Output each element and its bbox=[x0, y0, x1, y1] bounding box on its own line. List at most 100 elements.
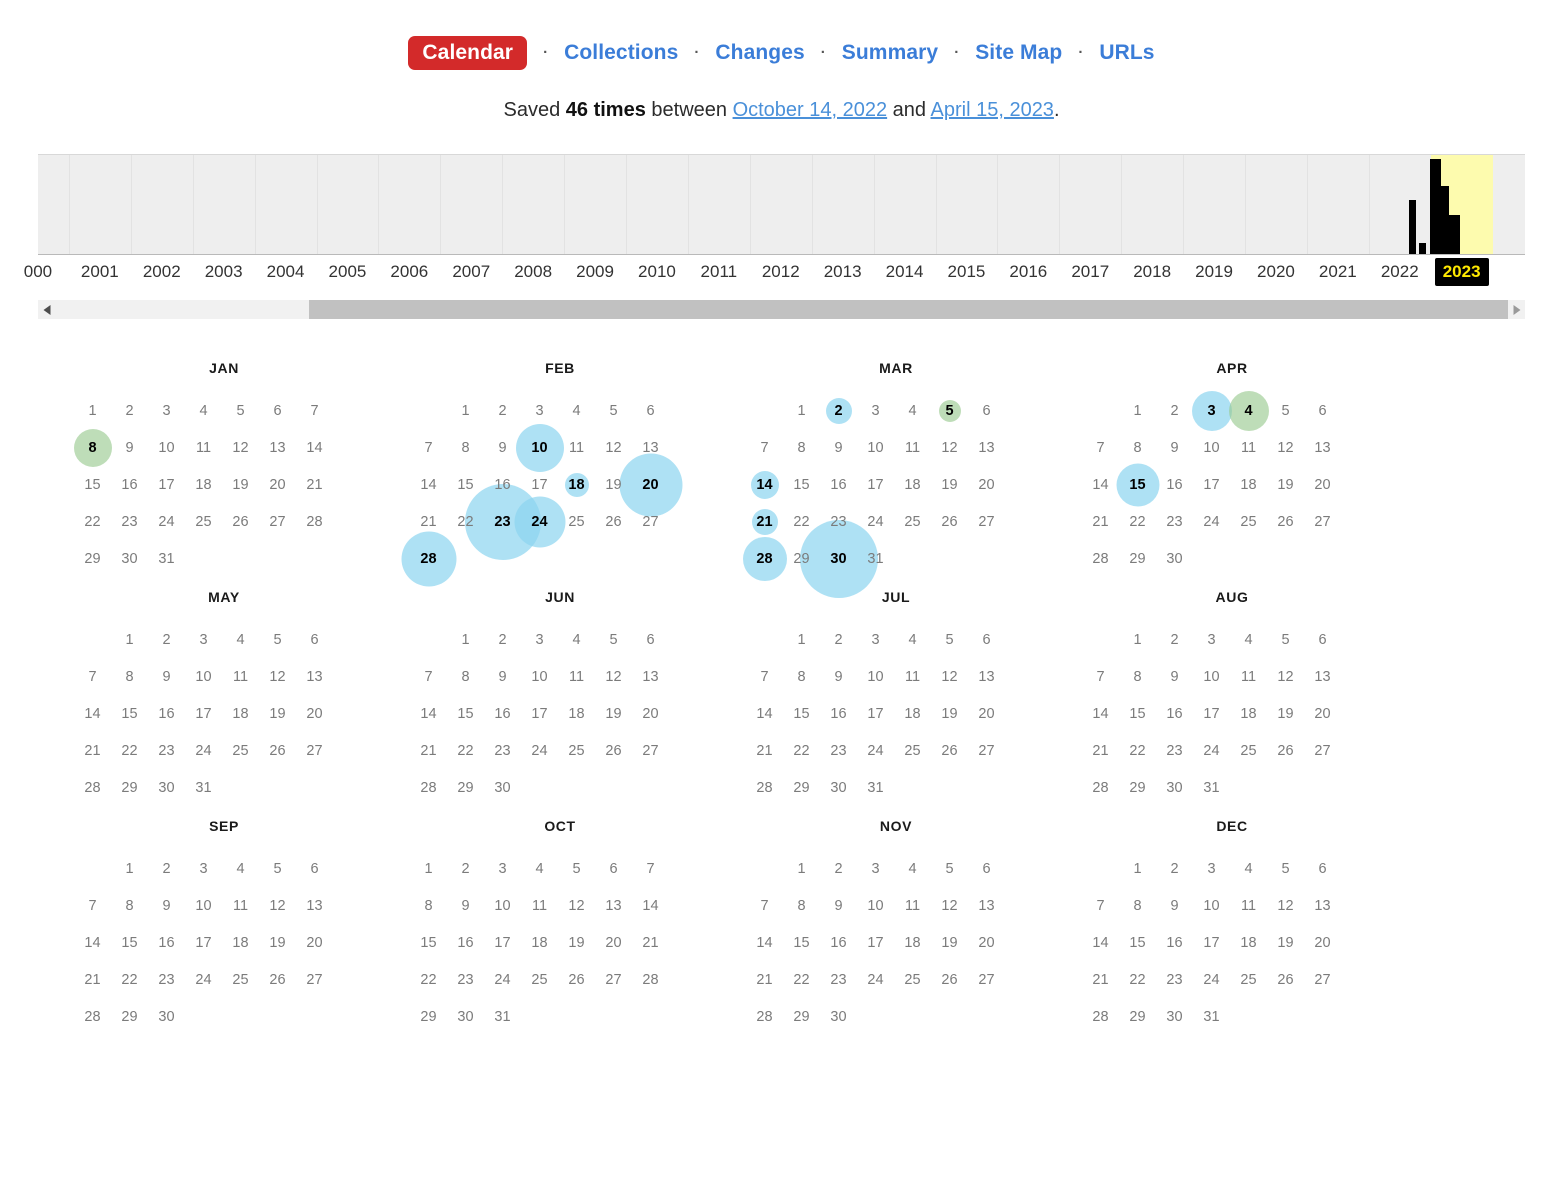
timeline-year-label-2020[interactable]: 2020 bbox=[1245, 258, 1307, 286]
timeline-year-column-2006[interactable] bbox=[378, 155, 440, 254]
timeline-year-label-2000[interactable]: 000 bbox=[7, 258, 69, 286]
calendar-day-2[interactable]: 2 bbox=[820, 392, 857, 429]
timeline-year-label-2016[interactable]: 2016 bbox=[997, 258, 1059, 286]
timeline-year-column-2001[interactable] bbox=[68, 155, 131, 254]
timeline-year-label-2009[interactable]: 2009 bbox=[564, 258, 626, 286]
calendar-day-28: 28 bbox=[1082, 540, 1119, 577]
scroll-right-arrow-icon[interactable] bbox=[1508, 300, 1525, 319]
timeline-year-column-2021[interactable] bbox=[1306, 155, 1369, 254]
month-title: FEB bbox=[545, 360, 575, 376]
timeline-year-column-2002[interactable] bbox=[130, 155, 193, 254]
timeline-year-labels[interactable]: 000 2001 2002 2003 2004 2005 2006 2007 2008 2009 2… bbox=[24, 258, 1525, 290]
calendar-day-19: 19 bbox=[222, 466, 259, 503]
scrollbar-thumb[interactable] bbox=[309, 300, 1508, 319]
timeline-year-column-2004[interactable] bbox=[254, 155, 317, 254]
calendar-day-28[interactable]: 28 bbox=[401, 531, 456, 586]
nav-item-changes[interactable]: Changes bbox=[715, 41, 804, 64]
timeline-year-column-2003[interactable] bbox=[192, 155, 255, 254]
timeline-year-column-2022[interactable] bbox=[1368, 155, 1431, 254]
timeline-year-label-2023[interactable]: 2023 bbox=[1434, 258, 1489, 286]
timeline-year-column-2013[interactable] bbox=[811, 155, 874, 254]
calendar-day-number: 13 bbox=[306, 897, 323, 914]
timeline-year-column-2020[interactable] bbox=[1245, 155, 1307, 254]
year-timeline[interactable]: 000 2001 2002 2003 2004 2005 2006 2007 2008 2009 2… bbox=[24, 154, 1525, 290]
timeline-year-label-2007[interactable]: 2007 bbox=[440, 258, 502, 286]
timeline-year-column-2017[interactable] bbox=[1059, 155, 1121, 254]
timeline-year-column-2011[interactable] bbox=[687, 155, 750, 254]
timeline-year-column-2019[interactable] bbox=[1183, 155, 1245, 254]
timeline-year-column-2007[interactable] bbox=[440, 155, 502, 254]
calendar-day-30[interactable]: 30 bbox=[799, 519, 878, 598]
timeline-scrollbar[interactable] bbox=[38, 300, 1525, 319]
calendar-day-number: 17 bbox=[1203, 476, 1220, 493]
timeline-year-column-2014[interactable] bbox=[873, 155, 936, 254]
timeline-graph[interactable] bbox=[38, 154, 1525, 255]
scrollbar-track[interactable] bbox=[55, 300, 1508, 319]
timeline-year-label-2021[interactable]: 2021 bbox=[1307, 258, 1369, 286]
timeline-year-label-2022[interactable]: 2022 bbox=[1369, 258, 1431, 286]
nav-item-summary[interactable]: Summary bbox=[842, 41, 938, 64]
calendar-day-3[interactable]: 3 bbox=[1191, 390, 1232, 431]
calendar-day-number: 16 bbox=[494, 476, 511, 493]
nav-item-collections[interactable]: Collections bbox=[564, 41, 678, 64]
calendar-day-14[interactable]: 14 bbox=[746, 466, 783, 503]
calendar-day-24: 24 bbox=[521, 732, 558, 769]
calendar-day-empty bbox=[521, 769, 558, 806]
timeline-year-label-2004[interactable]: 2004 bbox=[255, 258, 317, 286]
timeline-year-column-2012[interactable] bbox=[749, 155, 812, 254]
timeline-year-label-2018[interactable]: 2018 bbox=[1121, 258, 1183, 286]
calendar-day-4[interactable]: 4 bbox=[1228, 390, 1269, 431]
timeline-year-column-2018[interactable] bbox=[1121, 155, 1183, 254]
nav-item-site-map[interactable]: Site Map bbox=[975, 41, 1062, 64]
timeline-year-label-2006[interactable]: 2006 bbox=[378, 258, 440, 286]
timeline-year-label-2012[interactable]: 2012 bbox=[750, 258, 812, 286]
calendar-day-8[interactable]: 8 bbox=[73, 428, 112, 467]
calendar-day-24: 24 bbox=[185, 732, 222, 769]
calendar-day-28[interactable]: 28 bbox=[742, 536, 787, 581]
nav-item-calendar[interactable]: Calendar bbox=[408, 36, 528, 70]
timeline-year-column-2005[interactable] bbox=[316, 155, 379, 254]
timeline-year-label-2011[interactable]: 2011 bbox=[688, 258, 750, 286]
calendar-day-21[interactable]: 21 bbox=[746, 503, 783, 540]
calendar-day-3: 3 bbox=[484, 850, 521, 887]
timeline-year-label-2017[interactable]: 2017 bbox=[1059, 258, 1121, 286]
scroll-left-arrow-icon[interactable] bbox=[38, 300, 55, 319]
calendar-day-number: 6 bbox=[609, 860, 618, 877]
timeline-year-label-2005[interactable]: 2005 bbox=[317, 258, 379, 286]
calendar-day-empty bbox=[74, 621, 111, 658]
calendar-day-18: 18 bbox=[1230, 466, 1267, 503]
end-date-link[interactable]: April 15, 2023 bbox=[931, 99, 1054, 121]
calendar-day-9: 9 bbox=[148, 658, 185, 695]
timeline-year-label-2015[interactable]: 2015 bbox=[936, 258, 998, 286]
timeline-year-column-2010[interactable] bbox=[626, 155, 688, 254]
calendar-day-18: 18 bbox=[894, 466, 931, 503]
calendar-day-number: 7 bbox=[646, 860, 655, 877]
calendar-day-empty bbox=[931, 540, 968, 577]
timeline-year-label-2014[interactable]: 2014 bbox=[874, 258, 936, 286]
calendar-day-15[interactable]: 15 bbox=[1116, 463, 1159, 506]
calendar-day-10[interactable]: 10 bbox=[515, 423, 564, 472]
calendar-day-20[interactable]: 20 bbox=[619, 453, 682, 516]
calendar-day-5[interactable]: 5 bbox=[931, 392, 968, 429]
calendar-day-11: 11 bbox=[222, 658, 259, 695]
timeline-year-column-2000[interactable] bbox=[38, 155, 69, 254]
calendar-day-24[interactable]: 24 bbox=[514, 496, 565, 547]
nav-item-urls[interactable]: URLs bbox=[1099, 41, 1154, 64]
calendar-day-18[interactable]: 18 bbox=[558, 466, 595, 503]
calendar-day-10: 10 bbox=[185, 887, 222, 924]
calendar-day-number: 17 bbox=[494, 934, 511, 951]
timeline-year-label-2013[interactable]: 2013 bbox=[812, 258, 874, 286]
calendar-day-6: 6 bbox=[968, 392, 1005, 429]
timeline-year-column-2008[interactable] bbox=[502, 155, 564, 254]
timeline-year-column-2009[interactable] bbox=[564, 155, 626, 254]
timeline-year-label-2002[interactable]: 2002 bbox=[131, 258, 193, 286]
timeline-year-label-2010[interactable]: 2010 bbox=[626, 258, 688, 286]
timeline-year-column-2016[interactable] bbox=[997, 155, 1059, 254]
timeline-year-label-2008[interactable]: 2008 bbox=[502, 258, 564, 286]
timeline-year-label-2001[interactable]: 2001 bbox=[69, 258, 131, 286]
start-date-link[interactable]: October 14, 2022 bbox=[733, 99, 888, 121]
timeline-year-label-2003[interactable]: 2003 bbox=[193, 258, 255, 286]
timeline-year-column-2015[interactable] bbox=[935, 155, 998, 254]
calendar-day-24: 24 bbox=[148, 503, 185, 540]
timeline-year-label-2019[interactable]: 2019 bbox=[1183, 258, 1245, 286]
